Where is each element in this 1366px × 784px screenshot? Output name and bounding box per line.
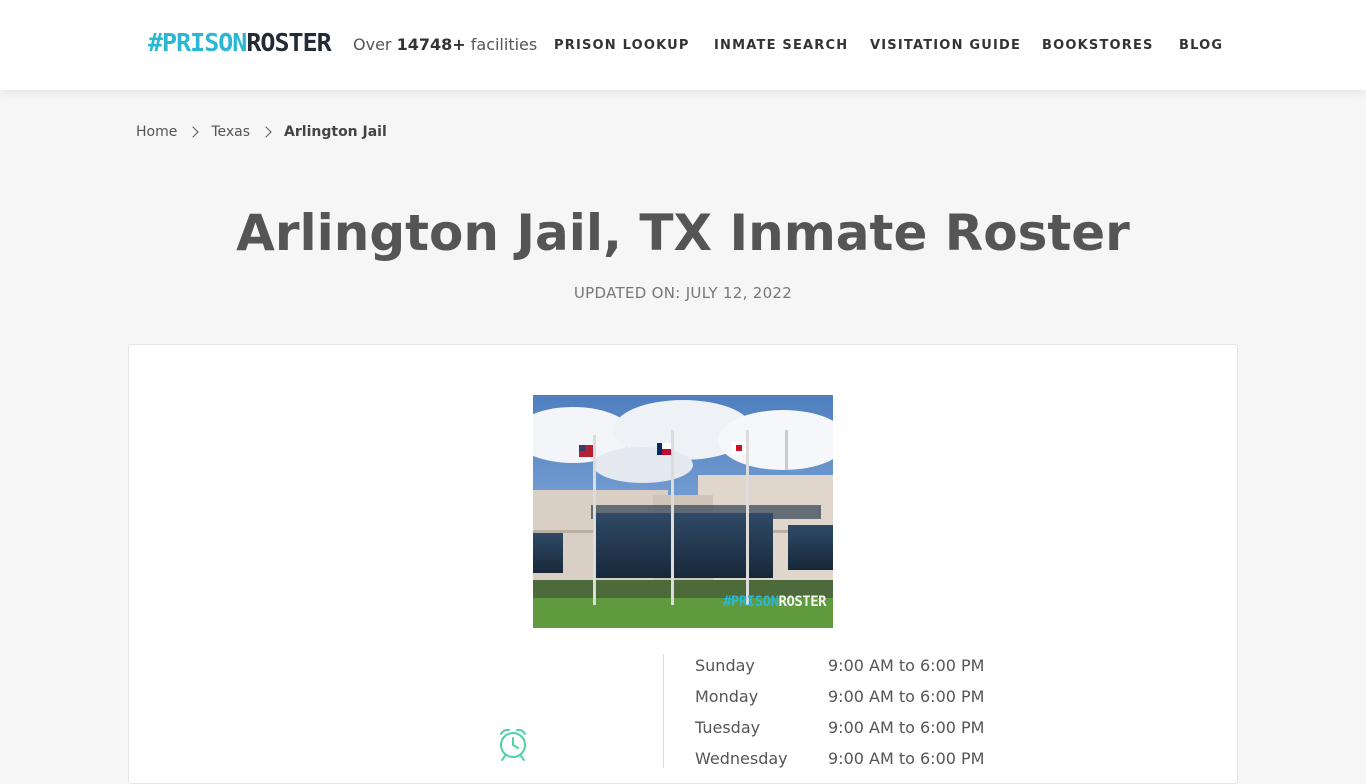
facilities-suffix: facilities [470,35,538,54]
facilities-prefix: Over [353,35,392,54]
chevron-right-icon [187,126,200,138]
hours-day: Sunday [695,656,755,675]
hours-time: 9:00 AM to 6:00 PM [828,656,985,675]
hours-day: Tuesday [695,718,761,737]
facilities-count: Over 14748+ facilities [353,35,537,55]
logo-roster-text: ROSTER [246,28,331,57]
watermark-roster: ROSTER [779,594,828,610]
hours-time: 9:00 AM to 6:00 PM [828,749,985,768]
page-title: Arlington Jail, TX Inmate Roster [236,204,1130,262]
nav-visitation-guide[interactable]: VISITATION GUIDE [870,38,1021,54]
svg-text:#PRISONROSTER: #PRISONROSTER [723,594,827,610]
breadcrumb-current: Arlington Jail [284,124,387,140]
logo-hash-text: #PRISON [148,28,247,57]
hours-row: Wednesday 9:00 AM to 6:00 PM [695,747,995,778]
alarm-clock-icon [497,726,529,764]
facility-photo: #PRISONROSTER [533,395,833,628]
facilities-number: 14748+ [396,35,466,54]
hours-row: Monday 9:00 AM to 6:00 PM [695,685,995,716]
breadcrumb-home[interactable]: Home [136,124,177,140]
hours-row: Sunday 9:00 AM to 6:00 PM [695,654,995,685]
hours-day: Wednesday [695,749,788,768]
hours-time: 9:00 AM to 6:00 PM [828,687,985,706]
site-logo[interactable]: #PRISONROSTER [148,28,332,58]
watermark-hash: #PRISON [723,594,779,610]
nav-prison-lookup[interactable]: PRISON LOOKUP [554,38,690,54]
breadcrumb: Home Texas Arlington Jail [136,122,387,142]
visiting-hours-list: Sunday 9:00 AM to 6:00 PM Monday 9:00 AM… [695,654,995,778]
hours-day: Monday [695,687,759,706]
site-header: #PRISONROSTER Over 14748+ facilities PRI… [0,0,1366,90]
nav-inmate-search[interactable]: INMATE SEARCH [714,38,848,54]
nav-blog[interactable]: BLOG [1179,38,1223,54]
chevron-right-icon [260,126,272,138]
updated-date: UPDATED ON: JULY 12, 2022 [573,284,793,302]
hours-row: Tuesday 9:00 AM to 6:00 PM [695,716,995,747]
nav-bookstores[interactable]: BOOKSTORES [1042,38,1154,54]
hours-time: 9:00 AM to 6:00 PM [828,718,985,737]
hours-divider [663,654,664,768]
breadcrumb-state[interactable]: Texas [211,124,250,140]
